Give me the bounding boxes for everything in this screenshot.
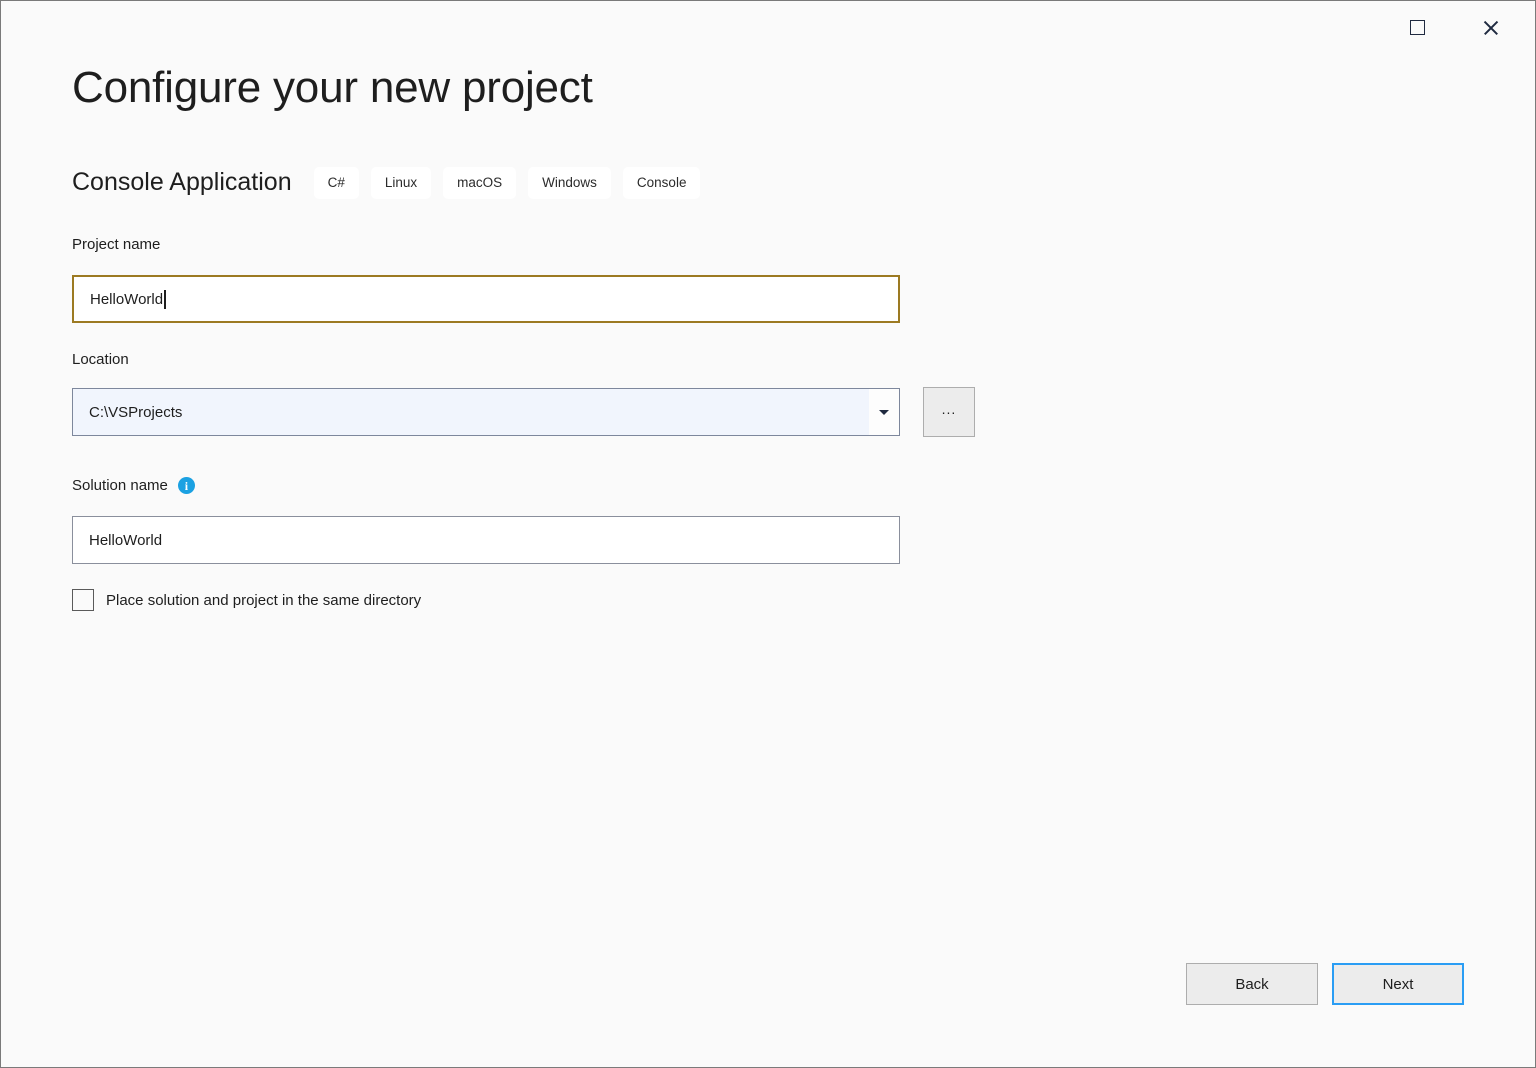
template-tag-language: C# <box>314 167 359 199</box>
title-bar <box>1 1 1535 53</box>
window-controls <box>1393 1 1535 53</box>
next-button[interactable]: Next <box>1332 963 1464 1005</box>
project-name-input[interactable]: HelloWorld <box>72 275 900 323</box>
maximize-icon <box>1410 20 1425 35</box>
solution-name-input[interactable]: HelloWorld <box>72 516 900 564</box>
template-tag-macos: macOS <box>443 167 516 199</box>
same-directory-checkbox-row[interactable]: Place solution and project in the same d… <box>72 589 421 611</box>
template-tag-console: Console <box>623 167 701 199</box>
same-directory-checkbox[interactable] <box>72 589 94 611</box>
maximize-button[interactable] <box>1393 4 1441 50</box>
close-icon <box>1482 18 1500 36</box>
close-button[interactable] <box>1467 4 1515 50</box>
solution-name-label-text: Solution name <box>72 478 168 493</box>
location-dropdown-button[interactable] <box>869 389 899 435</box>
location-label: Location <box>72 352 129 367</box>
template-tag-list: C# Linux macOS Windows Console <box>314 167 713 199</box>
template-tag-windows: Windows <box>528 167 611 199</box>
chevron-down-icon <box>879 410 889 415</box>
solution-name-value: HelloWorld <box>89 532 162 549</box>
dialog-footer: Back Next <box>1186 963 1464 1005</box>
text-caret <box>164 290 166 309</box>
info-icon[interactable]: i <box>178 477 195 494</box>
template-name: Console Application <box>72 170 292 195</box>
template-tag-linux: Linux <box>371 167 431 199</box>
template-summary: Console Application C# Linux macOS Windo… <box>72 167 712 199</box>
configure-project-dialog: Configure your new project Console Appli… <box>0 0 1536 1068</box>
back-button[interactable]: Back <box>1186 963 1318 1005</box>
browse-location-button[interactable]: ... <box>923 387 975 437</box>
project-name-value: HelloWorld <box>90 291 163 308</box>
project-name-label: Project name <box>72 237 160 252</box>
page-title: Configure your new project <box>72 63 593 114</box>
location-combobox[interactable]: C:\VSProjects <box>72 388 900 436</box>
solution-name-label: Solution name i <box>72 477 195 494</box>
same-directory-checkbox-label: Place solution and project in the same d… <box>106 593 421 608</box>
location-value: C:\VSProjects <box>73 404 869 421</box>
